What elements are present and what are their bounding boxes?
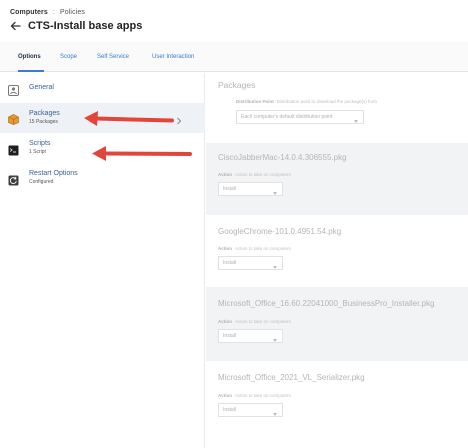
page-title: CTS-Install base apps bbox=[28, 20, 143, 32]
tab-self-service[interactable]: Self Service bbox=[97, 54, 129, 60]
package-action-select[interactable]: Install bbox=[218, 256, 283, 270]
chevron-down-icon bbox=[273, 409, 277, 416]
package-card: Microsoft_Office_16.60.22041000_Business… bbox=[206, 287, 468, 361]
sidebar-item-sublabel: 1 Script bbox=[29, 149, 46, 155]
action-label: Action Action to take on computers bbox=[218, 393, 291, 398]
sidebar-item-label: Restart Options bbox=[29, 170, 78, 177]
distribution-point-section: Packages Distribution Point Distribution … bbox=[206, 73, 468, 141]
sidebar-item-label: Scripts bbox=[29, 140, 51, 147]
sidebar-item-label: General bbox=[29, 84, 54, 91]
chevron-down-icon bbox=[273, 335, 277, 342]
tab-scope[interactable]: Scope bbox=[60, 54, 77, 60]
sidebar-item-general[interactable]: General bbox=[0, 73, 205, 103]
breadcrumb-computers[interactable]: Computers bbox=[10, 9, 48, 16]
annotation-arrow-scripts bbox=[92, 146, 192, 161]
sidebar-item-restart-options[interactable]: Restart Options Configured bbox=[0, 166, 205, 196]
breadcrumb: Computers : Policies bbox=[10, 9, 85, 16]
package-action-select[interactable]: Install bbox=[218, 403, 283, 417]
annotation-arrow-packages bbox=[84, 111, 174, 126]
section-title: Packages bbox=[218, 80, 256, 90]
action-label: Action Action to take on computers bbox=[218, 319, 291, 324]
action-label: Action Action to take on computers bbox=[218, 172, 291, 177]
tab-options[interactable]: Options bbox=[18, 54, 41, 60]
package-card: GoogleChrome-101.0.4951.54.pkg Action Act… bbox=[206, 215, 468, 287]
chevron-right-icon bbox=[176, 112, 182, 125]
sidebar-item-sublabel: 15 Packages bbox=[29, 119, 58, 125]
package-action-select[interactable]: Install bbox=[218, 182, 283, 196]
breadcrumb-policies[interactable]: Policies bbox=[60, 9, 85, 16]
distribution-point-label: Distribution Point Distribution point to … bbox=[236, 99, 378, 104]
package-name: Microsoft_Office_2021_VL_Serializer.pkg bbox=[218, 373, 365, 382]
action-label: Action Action to take on computers bbox=[218, 246, 291, 251]
breadcrumb-separator: : bbox=[52, 9, 55, 16]
active-tab-indicator bbox=[18, 70, 44, 72]
sidebar-item-sublabel: Configured bbox=[29, 179, 54, 185]
package-name: Microsoft_Office_16.60.22041000_Business… bbox=[218, 299, 435, 308]
restart-icon bbox=[8, 173, 19, 186]
script-icon bbox=[8, 143, 19, 156]
package-icon bbox=[8, 112, 19, 125]
package-name: GoogleChrome-101.0.4951.54.pkg bbox=[218, 227, 342, 236]
package-card: CiscoJabberMac-14.0.4.306555.pkg Action A… bbox=[206, 143, 468, 215]
package-name: CiscoJabberMac-14.0.4.306555.pkg bbox=[218, 153, 347, 162]
distribution-point-select[interactable]: Each computer's default distribution poi… bbox=[236, 110, 364, 124]
page-header: Computers : Policies CTS-Install base ap… bbox=[0, 0, 468, 42]
back-arrow-icon[interactable] bbox=[10, 20, 22, 32]
sidebar-item-label: Packages bbox=[29, 110, 60, 117]
package-action-select[interactable]: Install bbox=[218, 329, 283, 343]
packages-panel: Packages Distribution Point Distribution … bbox=[206, 73, 468, 448]
chevron-down-icon bbox=[273, 188, 277, 195]
general-icon bbox=[8, 83, 19, 96]
tab-user-interaction[interactable]: User Interaction bbox=[152, 54, 194, 60]
package-card: Microsoft_Office_2021_VL_Serializer.pkg … bbox=[206, 361, 468, 421]
chevron-down-icon bbox=[354, 116, 358, 123]
tab-bar: Options Scope Self Service User Interact… bbox=[0, 42, 468, 72]
chevron-down-icon bbox=[273, 262, 277, 269]
